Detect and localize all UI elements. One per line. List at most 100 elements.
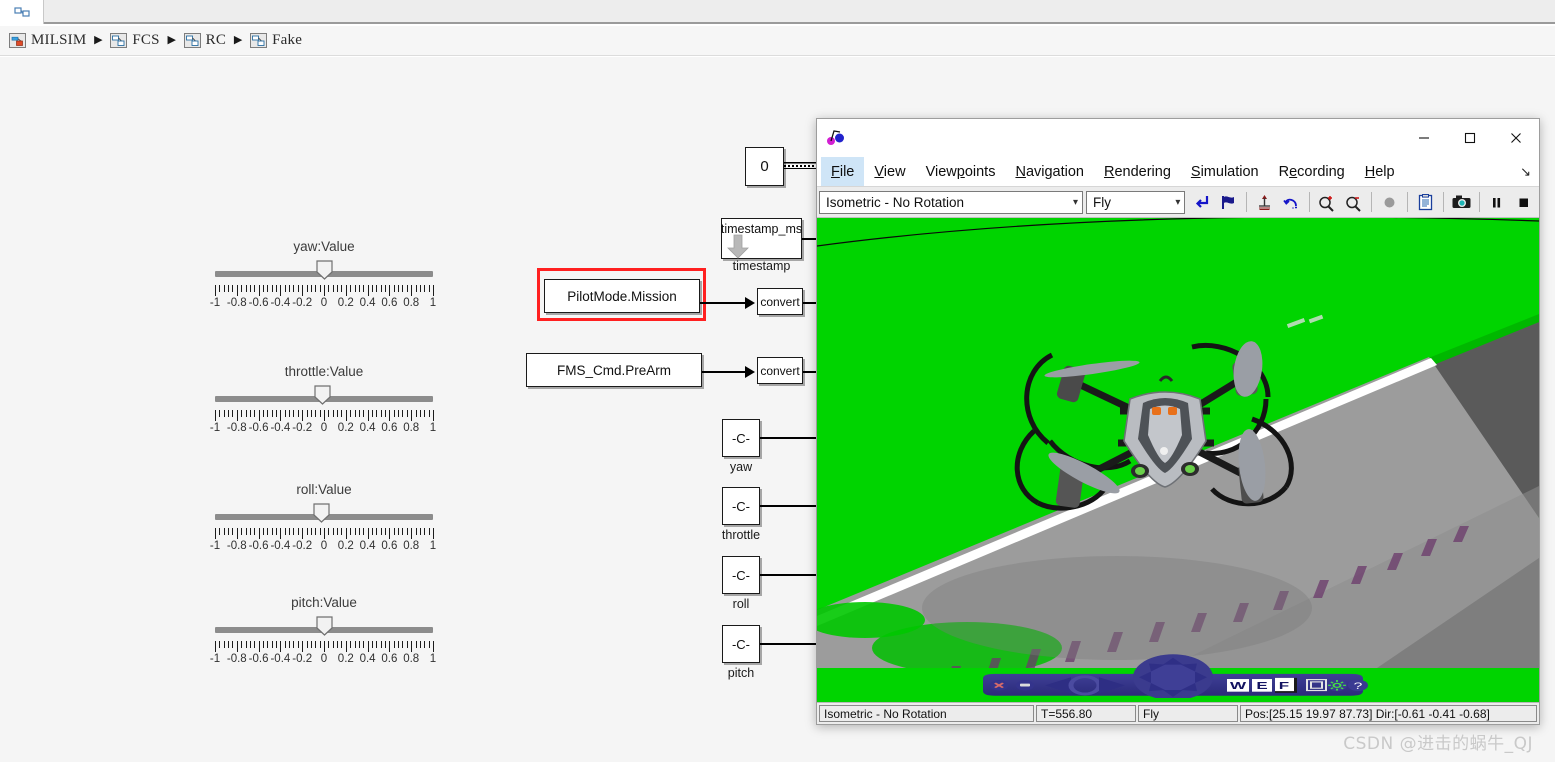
tick-minor: [358, 285, 360, 292]
tick-minor: [249, 285, 251, 292]
tick-minor: [271, 641, 273, 648]
tick-major: [280, 410, 282, 421]
slider-group-yaw[interactable]: yaw:Value -1 -0.8 -0.6 -0.4 -0.2 0 0.2 0.4 0.6 0.…: [209, 239, 439, 311]
prearm-block[interactable]: FMS_Cmd.PreArm: [526, 353, 702, 387]
viewer-properties-button[interactable]: [1412, 190, 1439, 215]
tick-minor: [289, 641, 291, 648]
slider-track-throttle[interactable]: [215, 385, 433, 405]
slider-group-pitch[interactable]: pitch:Value -1 -0.8 -0.6 -0.4 -0.2 0 0.2 0.4 0.6…: [209, 595, 439, 667]
straighten-up-button[interactable]: [1251, 190, 1278, 215]
simulink-subsystem-icon: [183, 33, 201, 48]
slider-group-throttle[interactable]: throttle:Value -1 -0.8 -0.6 -0.4 -0.2 0 0.2 0.4…: [209, 364, 439, 436]
slider-ticks-roll: [215, 528, 434, 539]
tick-major: [367, 641, 369, 652]
constant-block-throttle[interactable]: -C-: [722, 487, 760, 525]
tick-minor: [398, 641, 400, 648]
tick-minor: [328, 641, 330, 648]
breadcrumb-item-0[interactable]: MILSIM: [6, 32, 89, 49]
wire-const-roll: [760, 574, 818, 576]
tick-major: [258, 410, 260, 421]
tick-minor: [350, 528, 352, 535]
viewer-3d-scene[interactable]: W E F ?: [817, 218, 1539, 702]
menu-recording[interactable]: Recording: [1269, 157, 1355, 186]
viewer-toolbar: Isometric - No Rotation ▾ Fly ▾: [817, 187, 1539, 218]
tick-minor: [249, 641, 251, 648]
tick-label: 0.2: [337, 297, 354, 309]
viewpoint-status: Isometric - No Rotation: [819, 705, 1034, 722]
tick-minor: [385, 641, 387, 648]
tick-minor: [406, 528, 408, 535]
maximize-button[interactable]: [1447, 119, 1493, 157]
tick-minor: [406, 410, 408, 417]
tick-minor: [402, 641, 404, 648]
breadcrumb-item-1[interactable]: FCS: [107, 32, 162, 49]
model-tab[interactable]: [0, 0, 44, 24]
menu-view[interactable]: View: [864, 157, 915, 186]
slider-track-yaw[interactable]: [215, 260, 433, 280]
tick-minor: [371, 641, 373, 648]
tick-minor: [310, 410, 312, 417]
tick-label: -0.4: [270, 422, 291, 434]
breadcrumb-sep-2: ▶: [233, 34, 243, 46]
reset-view-button[interactable]: [1188, 190, 1215, 215]
breadcrumb: MILSIM ▶ FCS ▶ RC ▶ Fake: [0, 26, 1555, 56]
tick-major: [389, 285, 391, 296]
slider-thumb-pitch[interactable]: [316, 616, 333, 636]
breadcrumb-sep-0: ▶: [94, 34, 103, 46]
tick-minor: [267, 410, 269, 417]
tick-minor: [284, 528, 286, 535]
convert-block-2[interactable]: convert: [757, 357, 803, 384]
menu-help[interactable]: Help: [1355, 157, 1405, 186]
navigation-dashboard[interactable]: W E F ?: [977, 652, 1369, 698]
menu-file[interactable]: File: [821, 157, 865, 186]
record-button[interactable]: [1376, 190, 1403, 215]
zoom-in-button[interactable]: [1314, 190, 1341, 215]
navmode-select[interactable]: Fly ▾: [1086, 190, 1186, 214]
menubar-overflow-icon[interactable]: ↘: [1520, 157, 1539, 186]
slider-thumb-throttle[interactable]: [314, 385, 331, 405]
slider-group-roll[interactable]: roll:Value -1 -0.8 -0.6 -0.4 -0.2 0 0.2 0.4 0.6 0…: [209, 482, 439, 554]
menu-navigation[interactable]: Navigation: [1005, 157, 1094, 186]
tick-minor: [241, 528, 243, 535]
tick-minor: [402, 528, 404, 535]
slider-track-pitch[interactable]: [215, 616, 433, 636]
tick-label: 1: [429, 422, 437, 434]
capture-frame-button[interactable]: [1448, 190, 1475, 215]
display-block-zero[interactable]: 0: [745, 147, 784, 186]
convert-block-1[interactable]: convert: [757, 288, 803, 315]
tick-minor: [354, 528, 356, 535]
tick-major: [411, 528, 413, 539]
pilotmode-block[interactable]: PilotMode.Mission: [544, 279, 700, 313]
slider-thumb-yaw[interactable]: [316, 260, 333, 280]
undo-move-button[interactable]: [1278, 190, 1305, 215]
viewer-titlebar[interactable]: [817, 119, 1539, 157]
constant-block-roll[interactable]: -C-: [722, 556, 760, 594]
simulink-3d-animation-window[interactable]: File View Viewpoints Navigation Renderin…: [816, 118, 1540, 725]
minimize-button[interactable]: [1401, 119, 1447, 157]
tick-minor: [380, 528, 382, 535]
tick-minor: [245, 410, 247, 417]
menu-simulation[interactable]: Simulation: [1181, 157, 1269, 186]
set-viewpoint-button[interactable]: [1215, 190, 1242, 215]
tick-label: -0.4: [270, 540, 291, 552]
slider-thumb-roll[interactable]: [313, 503, 330, 523]
tick-major: [433, 528, 434, 539]
constant-block-pitch[interactable]: -C-: [722, 625, 760, 663]
menu-rendering[interactable]: Rendering: [1094, 157, 1181, 186]
tick-minor: [276, 410, 278, 417]
tick-minor: [428, 410, 430, 417]
tick-minor: [271, 410, 273, 417]
tick-label: -0.4: [270, 653, 291, 665]
breadcrumb-item-2[interactable]: RC: [181, 32, 229, 49]
tick-major: [236, 528, 238, 539]
constant-block-yaw[interactable]: -C-: [722, 419, 760, 457]
close-button[interactable]: [1493, 119, 1539, 157]
zoom-out-button[interactable]: [1340, 190, 1367, 215]
slider-track-roll[interactable]: [215, 503, 433, 523]
menu-viewpoints[interactable]: Viewpoints: [916, 157, 1006, 186]
breadcrumb-item-3[interactable]: Fake: [247, 32, 305, 49]
tick-label: 0.8: [403, 422, 420, 434]
pause-button[interactable]: [1484, 190, 1511, 215]
viewpoint-select[interactable]: Isometric - No Rotation ▾: [819, 190, 1084, 214]
stop-button[interactable]: [1510, 190, 1537, 215]
